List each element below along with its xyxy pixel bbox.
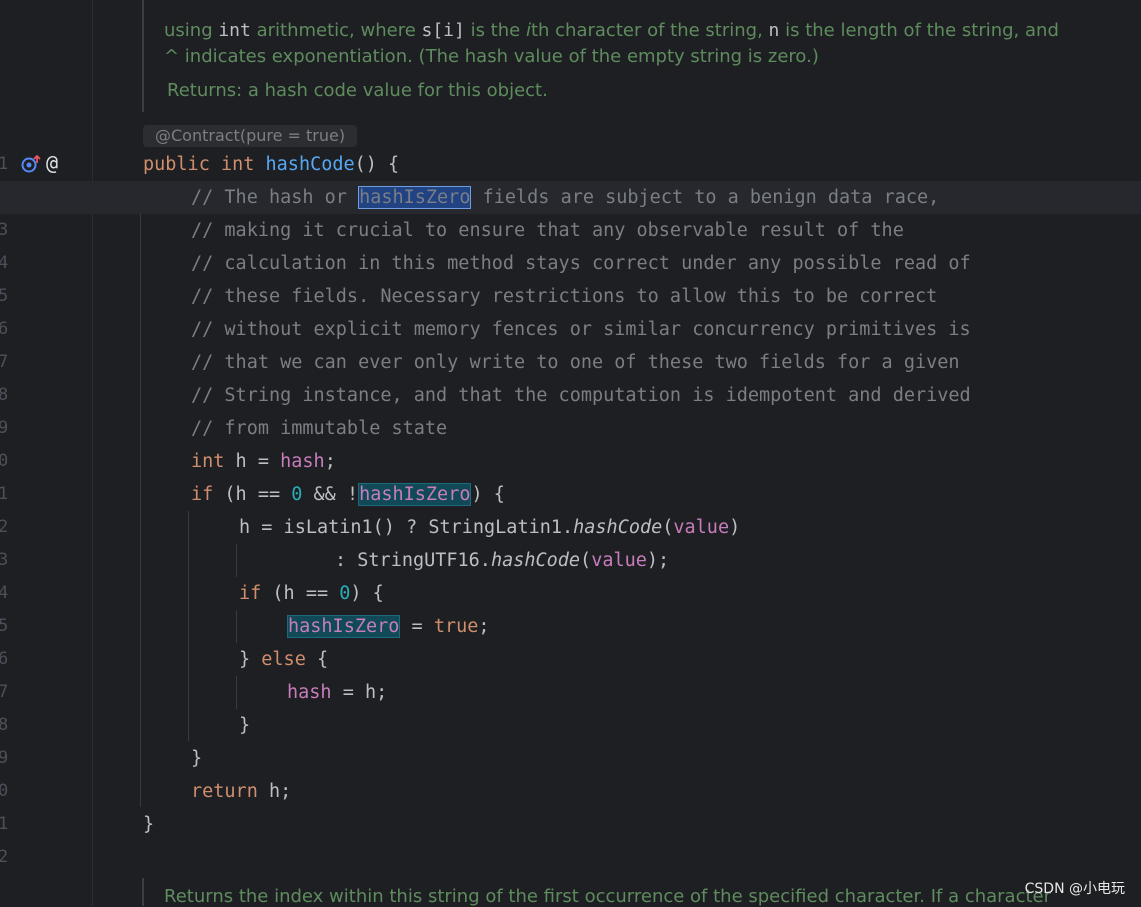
code-line[interactable]: // calculation in this method stays corr…	[0, 247, 1141, 280]
code-line[interactable]: if (h == 0 && !hashIsZero) {	[0, 478, 1141, 511]
javadoc-returns: Returns: a hash code value for this obje…	[167, 80, 548, 101]
code-line[interactable]: // making it crucial to ensure that any …	[0, 214, 1141, 247]
code-line[interactable]: // that we can ever only write to one of…	[0, 346, 1141, 379]
line-number: 2	[0, 847, 9, 867]
code-line[interactable]: int h = hash;	[0, 445, 1141, 478]
method-name: hashCode	[265, 154, 355, 175]
code-line[interactable]: }	[0, 709, 1141, 742]
highlighted-usage: hashIsZero	[358, 483, 472, 506]
watermark: CSDN @小电玩	[1024, 881, 1125, 897]
contract-annotation-hint[interactable]: @Contract(pure = true)	[143, 125, 358, 147]
code-line[interactable]: hashIsZero = true;	[0, 610, 1141, 643]
code-line[interactable]: h = isLatin1() ? StringLatin1.hashCode(v…	[0, 511, 1141, 544]
code-line[interactable]: // these fields. Necessary restrictions …	[0, 280, 1141, 313]
code-line[interactable]: }	[0, 742, 1141, 775]
code-line[interactable]: } else {	[0, 643, 1141, 676]
code-line[interactable]: // from immutable state	[0, 412, 1141, 445]
code-line[interactable]: : StringUTF16.hashCode(value);	[0, 544, 1141, 577]
javadoc-block: Returns the index within this string of …	[142, 878, 1051, 907]
javadoc-line: using int arithmetic, where s[i] is the …	[164, 20, 1059, 41]
code-line[interactable]: return h;	[0, 775, 1141, 808]
javadoc-line: Returns the index within this string of …	[164, 886, 1052, 907]
javadoc-block: using int arithmetic, where s[i] is the …	[142, 0, 1059, 112]
javadoc-line: ^ indicates exponentiation. (The hash va…	[164, 46, 819, 67]
code-line-current[interactable]: // The hash or hashIsZero fields are sub…	[0, 181, 1141, 214]
highlighted-usage: hashIsZero	[287, 615, 401, 638]
selected-identifier: hashIsZero	[358, 186, 472, 209]
code-line[interactable]: if (h == 0) {	[0, 577, 1141, 610]
code-line[interactable]: public int hashCode() {	[0, 148, 1141, 181]
code-line[interactable]: hash = h;	[0, 676, 1141, 709]
code-line[interactable]: }	[0, 808, 1141, 841]
code-line[interactable]: // without explicit memory fences or sim…	[0, 313, 1141, 346]
code-line[interactable]: // String instance, and that the computa…	[0, 379, 1141, 412]
